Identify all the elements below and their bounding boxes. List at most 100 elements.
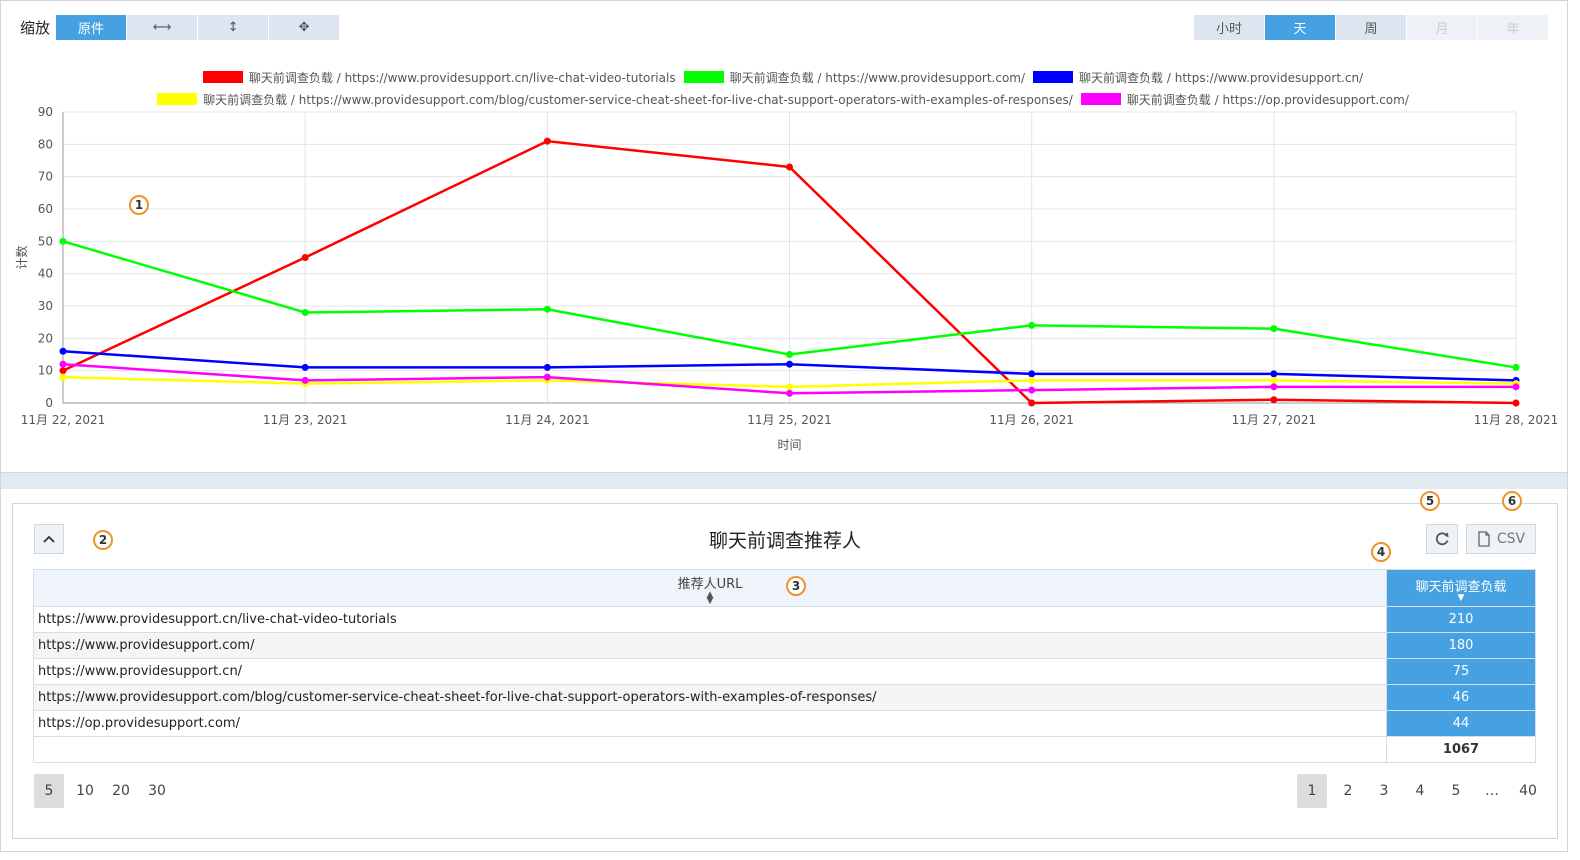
y-tick-label: 50	[38, 234, 53, 248]
y-tick-label: 0	[45, 396, 53, 410]
line-chart: 0 10 20 30 40 50 60 70 80 90 11月 22, 2021 11月 23, 2…	[14, 105, 1559, 452]
y-tick-label: 30	[38, 299, 53, 313]
series-4-point	[59, 373, 67, 381]
total-value: 1067	[1386, 736, 1536, 763]
series-1-point	[1028, 399, 1036, 407]
y-tick-label: 20	[38, 331, 53, 345]
y-tick-label: 10	[38, 364, 53, 378]
series-5-point	[301, 376, 309, 384]
legend-swatch	[202, 71, 243, 83]
period-month-button: 月	[1407, 15, 1477, 40]
file-icon	[1478, 531, 1490, 547]
series-1-point	[1270, 396, 1278, 404]
series-3-point	[59, 347, 67, 355]
pan-icon[interactable]: ✥	[269, 15, 340, 40]
row-url: https://www.providesupport.com/	[33, 632, 1387, 659]
x-tick-label: 11月 25, 2021	[747, 413, 832, 427]
legend-item[interactable]: 聊天前调查负载 / https://www.providesupport.cn/…	[202, 69, 676, 86]
series-3-point	[1028, 370, 1036, 378]
row-value: 180	[1386, 632, 1536, 659]
page-link[interactable]: 3	[1369, 774, 1399, 808]
series-5-point	[1028, 386, 1036, 394]
pagination: 1 2 3 4 5 … 40	[1297, 774, 1549, 808]
refresh-icon	[1435, 532, 1449, 546]
page-link[interactable]: 1	[1297, 774, 1327, 808]
period-hour-button[interactable]: 小时	[1194, 15, 1264, 40]
series-1-point	[543, 137, 551, 145]
period-button-group: 小时 天 周 月 年	[1194, 15, 1549, 40]
page-size-option[interactable]: 5	[34, 774, 64, 808]
csv-label: CSV	[1496, 531, 1526, 547]
zoom-original-button[interactable]: 原件	[56, 15, 127, 40]
series-2-point	[59, 237, 67, 245]
vertical-zoom-icon[interactable]: ↕	[198, 15, 269, 40]
x-tick-label: 11月 24, 2021	[505, 413, 590, 427]
section-divider	[1, 472, 1567, 489]
y-tick-label: 90	[38, 105, 53, 119]
legend-swatch	[683, 71, 724, 83]
series-3-point	[301, 363, 309, 371]
annotation-marker-1: 1	[129, 195, 149, 215]
page-link[interactable]: 5	[1441, 774, 1471, 808]
row-value: 75	[1386, 658, 1536, 685]
series-2-point	[1028, 321, 1036, 329]
refresh-button[interactable]	[1426, 524, 1458, 554]
row-url: https://www.providesupport.cn/	[33, 658, 1387, 685]
table-row: https://www.providesupport.com/blog/cust…	[33, 684, 1536, 711]
x-tick-label: 11月 22, 2021	[21, 413, 106, 427]
page-size-option[interactable]: 20	[106, 774, 136, 808]
y-axis-title: 计数	[14, 245, 29, 269]
page-link[interactable]: 4	[1405, 774, 1435, 808]
zoom-label: 缩放	[20, 19, 51, 37]
row-url: https://www.providesupport.com/blog/cust…	[33, 684, 1387, 711]
period-week-button[interactable]: 周	[1336, 15, 1406, 40]
series-2-point	[1512, 363, 1520, 371]
period-year-button: 年	[1478, 15, 1548, 40]
series-5-point	[543, 373, 551, 381]
total-label-cell	[33, 736, 1387, 763]
annotation-marker-5: 5	[1420, 491, 1440, 511]
y-tick-label: 80	[38, 137, 53, 151]
row-value: 210	[1386, 606, 1536, 633]
series-1-point	[786, 163, 793, 171]
csv-export-button[interactable]: CSV	[1466, 524, 1536, 554]
page-size-option[interactable]: 10	[70, 774, 100, 808]
x-tick-label: 11月 23, 2021	[263, 413, 348, 427]
sort-desc-icon: ▼	[1457, 592, 1465, 603]
series-5-point	[786, 389, 793, 397]
row-url: https://op.providesupport.com/	[33, 710, 1387, 737]
x-tick-label: 11月 27, 2021	[1232, 413, 1317, 427]
y-tick-label: 70	[38, 170, 53, 184]
series-3-point	[543, 363, 551, 371]
series-1-point	[1512, 399, 1520, 407]
column-header-metric[interactable]: 聊天前调查负载 ▼	[1386, 569, 1536, 607]
annotation-marker-2: 2	[93, 530, 113, 550]
legend-label: 聊天前调查负载 / https://www.providesupport.cn/	[1079, 70, 1364, 85]
series-1-point	[59, 367, 67, 375]
legend-label: 聊天前调查负载 / https://www.providesupport.com…	[729, 70, 1026, 85]
table-row: https://op.providesupport.com/ 44	[33, 710, 1536, 737]
column-header-url[interactable]: 推荐人URL ▲ ▼	[33, 569, 1387, 607]
table-row: https://www.providesupport.cn/ 75	[33, 658, 1536, 685]
row-url: https://www.providesupport.cn/live-chat-…	[33, 606, 1387, 633]
series-4-point	[1028, 376, 1036, 384]
legend-item[interactable]: 聊天前调查负载 / https://www.providesupport.com…	[683, 69, 1026, 86]
zoom-toolbar: 缩放 原件 ⟷ ↕ ✥	[14, 15, 340, 40]
legend-swatch	[1033, 71, 1074, 83]
horizontal-zoom-icon[interactable]: ⟷	[127, 15, 198, 40]
series-5-point	[59, 360, 67, 368]
series-3-point	[786, 360, 793, 368]
page-link[interactable]: 2	[1333, 774, 1363, 808]
y-tick-label: 60	[38, 202, 53, 216]
page-size-option[interactable]: 30	[142, 774, 172, 808]
page-link[interactable]: 40	[1513, 774, 1543, 808]
x-tick-label: 11月 28, 2021	[1474, 413, 1559, 427]
x-axis-title: 时间	[777, 438, 801, 452]
series-2-point	[301, 308, 309, 316]
series-2-point	[786, 351, 793, 358]
series-1-point	[301, 254, 309, 261]
row-value: 44	[1386, 710, 1536, 737]
page-size-selector: 5 10 20 30	[34, 774, 178, 808]
legend-item[interactable]: 聊天前调查负载 / https://www.providesupport.cn/	[1033, 69, 1363, 86]
period-day-button[interactable]: 天	[1265, 15, 1335, 40]
